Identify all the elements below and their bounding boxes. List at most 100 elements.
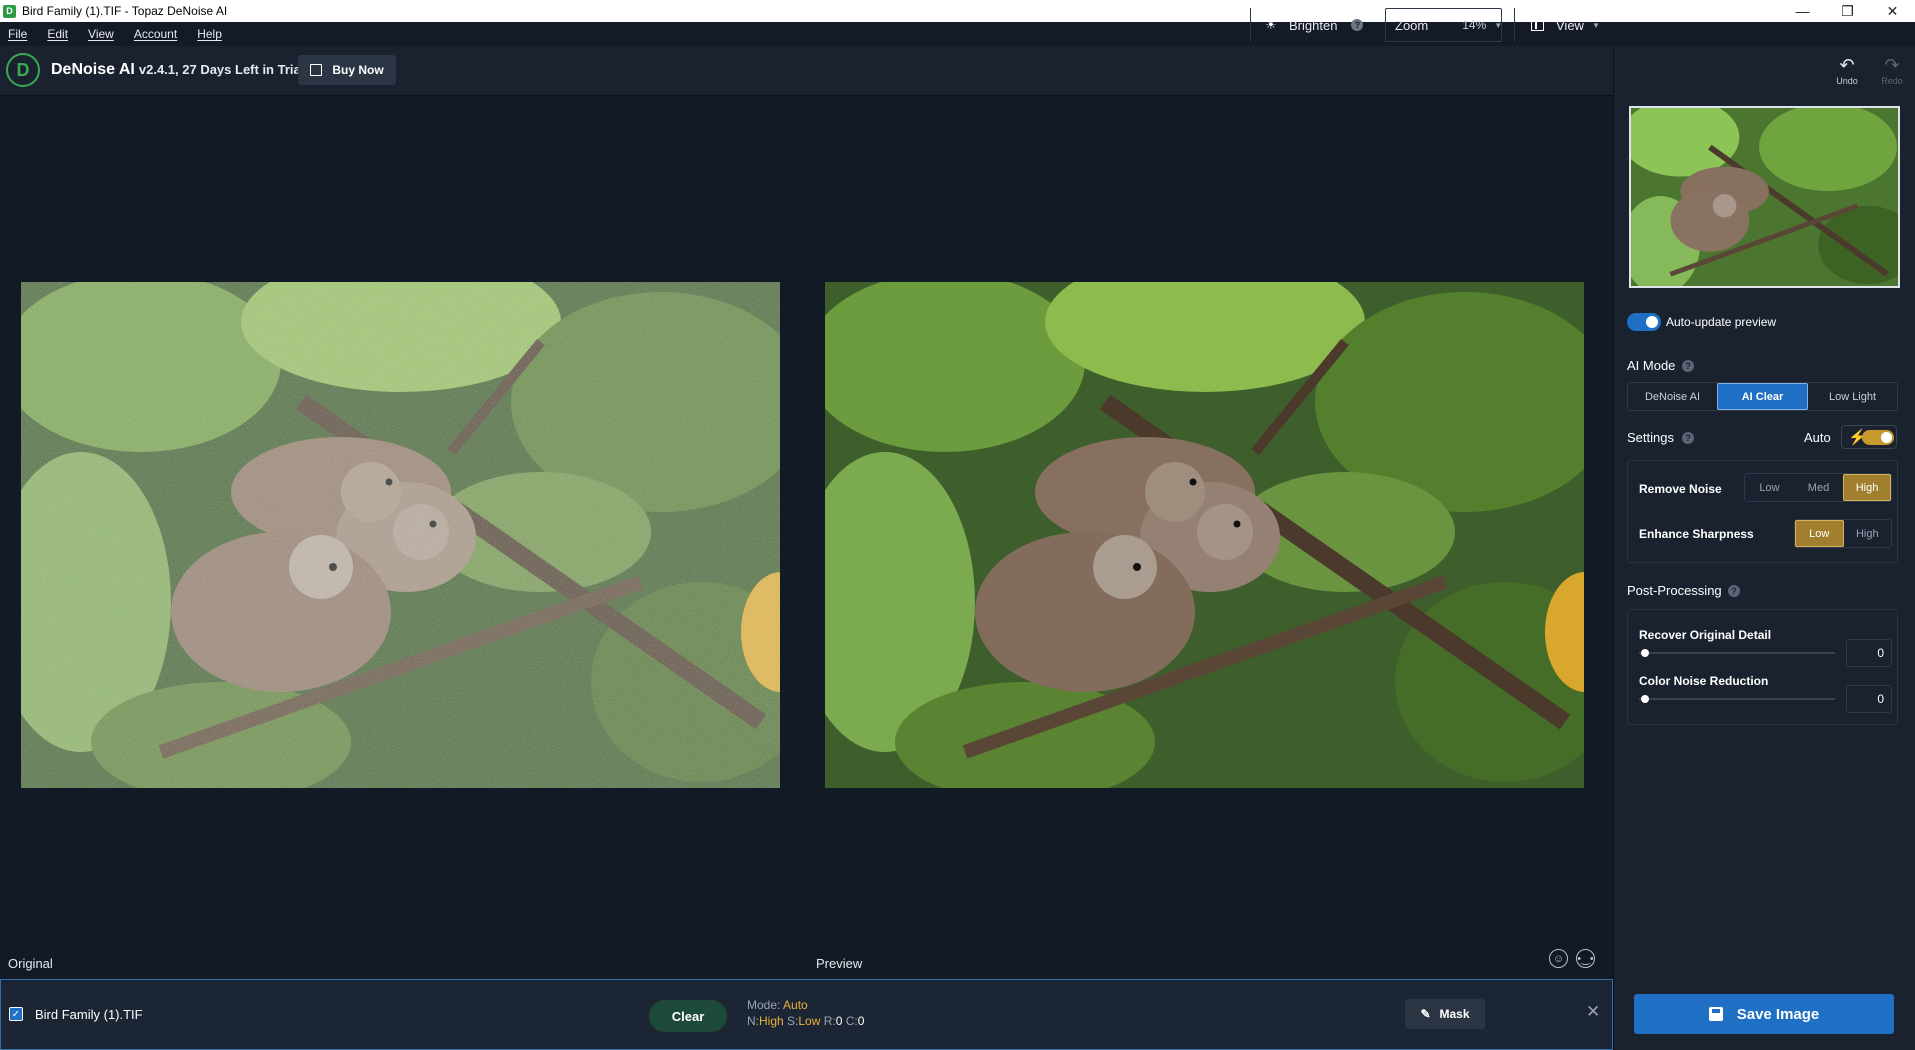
save-disk-icon bbox=[1708, 1007, 1723, 1021]
preview-photo bbox=[825, 282, 1584, 788]
original-image[interactable] bbox=[21, 282, 780, 788]
view-label: View bbox=[1556, 17, 1584, 33]
zoom-value: 14% bbox=[1462, 18, 1487, 32]
auto-update-label: Auto-update preview bbox=[1666, 315, 1777, 329]
enhance-sharpness-high[interactable]: High bbox=[1844, 520, 1892, 547]
original-label: Original bbox=[8, 956, 53, 971]
window-controls: — ❐ ✕ bbox=[1780, 0, 1915, 22]
noise-key: N: bbox=[747, 1014, 759, 1028]
chevron-down-icon: ▼ bbox=[1494, 20, 1503, 30]
recover-detail-knob[interactable] bbox=[1641, 649, 1649, 657]
post-processing-title: Post-Processing bbox=[1627, 583, 1722, 598]
remove-noise-selector: Low Med High bbox=[1744, 473, 1892, 502]
window-titlebar: D Bird Family (1).TIF - Topaz DeNoise AI… bbox=[0, 0, 1915, 22]
neutral-face-icon[interactable]: •‿• bbox=[1576, 949, 1595, 968]
recover-value: 0 bbox=[835, 1014, 843, 1028]
remove-noise-high[interactable]: High bbox=[1843, 474, 1891, 501]
external-link-icon bbox=[310, 64, 323, 76]
clear-mode-button[interactable]: Clear bbox=[649, 1000, 727, 1032]
brighten-toggle[interactable]: ☀ Brighten ? bbox=[1250, 8, 1372, 42]
post-processing-box: Recover Original Detail 0 Color Noise Re… bbox=[1627, 609, 1898, 725]
enhance-sharpness-label: Enhance Sharpness bbox=[1639, 527, 1754, 541]
minimize-button[interactable]: — bbox=[1780, 0, 1825, 22]
sun-icon: ☀ bbox=[1265, 17, 1277, 32]
split-view-icon bbox=[1531, 19, 1544, 31]
navigator-thumbnail[interactable] bbox=[1629, 106, 1900, 288]
auto-settings-toggle[interactable]: ⚡ bbox=[1841, 425, 1897, 449]
feedback-icons: ☺ •‿• bbox=[1549, 949, 1595, 968]
view-dropdown[interactable]: View ▼ bbox=[1514, 8, 1609, 42]
zoom-dropdown[interactable]: Zoom 14% ▼ bbox=[1385, 8, 1502, 42]
color-key: C: bbox=[845, 1014, 858, 1028]
close-icon[interactable]: ✕ bbox=[1586, 1002, 1600, 1022]
file-checkbox[interactable]: ✓ bbox=[9, 1007, 23, 1021]
original-photo bbox=[21, 282, 780, 788]
color-noise-input[interactable]: 0 bbox=[1846, 685, 1892, 713]
recover-detail-input[interactable]: 0 bbox=[1846, 639, 1892, 667]
app-logo-icon: D bbox=[3, 4, 16, 18]
save-image-button[interactable]: Save Image bbox=[1634, 994, 1894, 1034]
image-canvas[interactable]: Original Preview ☺ •‿• bbox=[0, 96, 1613, 979]
remove-noise-med[interactable]: Med bbox=[1794, 474, 1843, 501]
remove-noise-low[interactable]: Low bbox=[1745, 474, 1794, 501]
settings-title: Settings bbox=[1627, 430, 1674, 445]
menu-file[interactable]: File bbox=[8, 27, 27, 41]
color-value: 0 bbox=[857, 1014, 865, 1028]
preview-image[interactable] bbox=[825, 282, 1584, 788]
redo-icon: ↷ bbox=[1884, 55, 1900, 75]
menu-view[interactable]: View bbox=[88, 27, 114, 41]
mode-key: Mode: bbox=[747, 998, 781, 1012]
chevron-down-icon: ▼ bbox=[1591, 20, 1600, 30]
ai-mode-selector: DeNoise AI AI Clear Low Light bbox=[1627, 382, 1898, 411]
sharpness-value: Low bbox=[798, 1014, 821, 1028]
ai-mode-lowlight-button[interactable]: Low Light bbox=[1808, 383, 1897, 410]
redo-label: Redo bbox=[1881, 76, 1903, 86]
mode-status: Mode: Auto bbox=[747, 998, 808, 1012]
thumbnail-photo bbox=[1631, 108, 1898, 286]
auto-switch bbox=[1862, 430, 1894, 445]
mask-button[interactable]: ✎ Mask bbox=[1405, 999, 1485, 1029]
auto-update-toggle[interactable] bbox=[1627, 313, 1661, 331]
auto-label: Auto bbox=[1804, 430, 1831, 445]
recover-key: R: bbox=[823, 1014, 836, 1028]
enhance-sharpness-low[interactable]: Low bbox=[1795, 520, 1844, 547]
buy-now-button[interactable]: Buy Now bbox=[298, 55, 396, 85]
help-icon[interactable]: ? bbox=[1728, 585, 1740, 597]
remove-noise-label: Remove Noise bbox=[1639, 482, 1722, 496]
smile-face-icon[interactable]: ☺ bbox=[1549, 949, 1568, 968]
preview-label: Preview bbox=[816, 956, 863, 971]
restore-button[interactable]: ❐ bbox=[1825, 0, 1870, 22]
mask-label: Mask bbox=[1439, 1007, 1470, 1021]
noise-value: High bbox=[759, 1014, 784, 1028]
save-image-label: Save Image bbox=[1736, 1005, 1820, 1023]
undo-button[interactable]: ↶ Undo bbox=[1832, 54, 1862, 86]
app-brand: DeNoise AI v2.4.1, 27 Days Left in Trial bbox=[51, 61, 304, 79]
redo-button[interactable]: ↷ Redo bbox=[1877, 54, 1907, 86]
ai-mode-denoise-button[interactable]: DeNoise AI bbox=[1628, 383, 1717, 410]
undo-icon: ↶ bbox=[1839, 55, 1855, 75]
menu-help[interactable]: Help bbox=[197, 27, 222, 41]
version-info: v2.4.1, 27 Days Left in Trial bbox=[138, 62, 305, 77]
window-title: Bird Family (1).TIF - Topaz DeNoise AI bbox=[22, 4, 228, 18]
menu-bar: File Edit View Account Help bbox=[0, 22, 1915, 46]
app-name: DeNoise AI bbox=[51, 61, 135, 78]
denoise-logo-icon: D bbox=[6, 53, 40, 87]
buy-now-label: Buy Now bbox=[332, 63, 384, 77]
file-strip: ✓ Bird Family (1).TIF Clear Mode: Auto N… bbox=[0, 979, 1613, 1050]
recover-detail-slider[interactable] bbox=[1639, 652, 1835, 654]
close-window-button[interactable]: ✕ bbox=[1870, 0, 1915, 22]
color-noise-knob[interactable] bbox=[1641, 695, 1649, 703]
color-noise-slider[interactable] bbox=[1639, 698, 1835, 700]
brighten-label: Brighten bbox=[1289, 17, 1338, 33]
settings-box: Remove Noise Low Med High Enhance Sharpn… bbox=[1627, 460, 1898, 563]
mode-value: Auto bbox=[783, 998, 808, 1012]
help-icon[interactable]: ? bbox=[1682, 432, 1694, 444]
menu-edit[interactable]: Edit bbox=[47, 27, 68, 41]
settings-summary: N:High S:Low R:0 C:0 bbox=[747, 1014, 864, 1028]
help-icon[interactable]: ? bbox=[1351, 19, 1364, 31]
ai-mode-clear-button[interactable]: AI Clear bbox=[1717, 383, 1808, 410]
file-name: Bird Family (1).TIF bbox=[35, 1007, 143, 1022]
menu-account[interactable]: Account bbox=[134, 27, 177, 41]
history-bar bbox=[1613, 46, 1915, 96]
help-icon[interactable]: ? bbox=[1682, 360, 1694, 372]
